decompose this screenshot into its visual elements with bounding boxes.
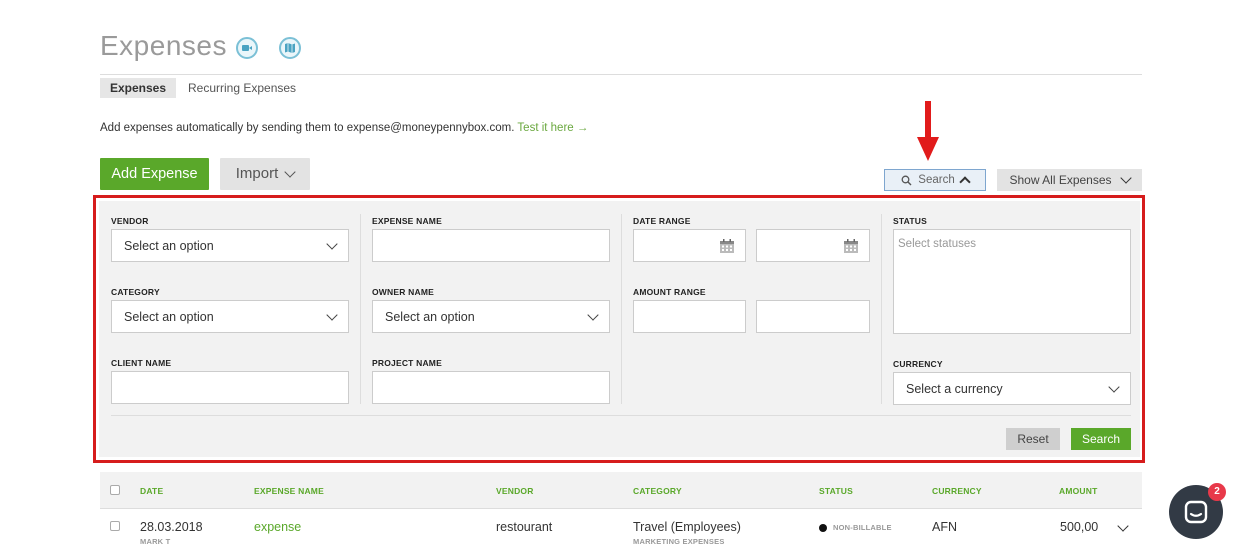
search-button[interactable]: Search xyxy=(1071,428,1131,450)
column-divider xyxy=(621,214,622,404)
column-header-category[interactable]: CATEGORY xyxy=(633,486,682,496)
date-to-input[interactable] xyxy=(756,229,870,262)
client-name-label: CLIENT NAME xyxy=(111,358,172,368)
status-label: STATUS xyxy=(893,216,927,226)
select-all-checkbox[interactable] xyxy=(110,485,120,495)
currency-label: CURRENCY xyxy=(893,359,943,369)
header-divider xyxy=(100,74,1142,75)
client-name-input[interactable] xyxy=(111,371,349,404)
date-from-input[interactable] xyxy=(633,229,746,262)
expense-name-input[interactable] xyxy=(372,229,610,262)
row-amount: 500,00 xyxy=(1060,520,1099,534)
date-range-label: DATE RANGE xyxy=(633,216,691,226)
show-all-expenses-label: Show All Expenses xyxy=(1009,173,1112,187)
currency-select[interactable]: Select a currency xyxy=(893,372,1131,405)
currency-select-value: Select a currency xyxy=(906,381,1003,396)
chevron-down-icon xyxy=(326,308,338,321)
chevron-down-icon xyxy=(1108,380,1120,393)
column-header-amount[interactable]: AMOUNT xyxy=(1059,486,1098,496)
row-checkbox[interactable] xyxy=(110,521,120,531)
vendor-select[interactable]: Select an option xyxy=(111,229,349,262)
test-it-here-link[interactable]: Test it here → xyxy=(517,122,588,134)
status-placeholder: Select statuses xyxy=(898,238,976,250)
owner-name-select[interactable]: Select an option xyxy=(372,300,610,333)
category-select[interactable]: Select an option xyxy=(111,300,349,333)
chevron-down-icon xyxy=(1119,172,1132,184)
add-expense-button[interactable]: Add Expense xyxy=(100,158,209,190)
row-vendor: restourant xyxy=(496,520,553,534)
column-header-expense-name[interactable]: EXPENSE NAME xyxy=(254,486,324,496)
tab-expenses[interactable]: Expenses xyxy=(100,78,177,98)
amount-range-label: AMOUNT RANGE xyxy=(633,287,706,297)
row-currency: AFN xyxy=(932,520,957,534)
vendor-select-value: Select an option xyxy=(124,238,214,253)
import-label: Import xyxy=(235,165,279,182)
row-expand-chevron-icon[interactable] xyxy=(1117,520,1129,532)
page-title: Expenses xyxy=(100,30,227,61)
amount-max-input[interactable] xyxy=(756,300,870,333)
owner-name-select-value: Select an option xyxy=(385,309,475,324)
column-header-currency[interactable]: CURRENCY xyxy=(932,486,982,496)
vendor-label: VENDOR xyxy=(111,216,149,226)
email-import-info: Add expenses automatically by sending th… xyxy=(100,122,588,134)
project-name-input[interactable] xyxy=(372,371,610,404)
panel-footer-divider xyxy=(111,415,1131,416)
video-icon[interactable] xyxy=(236,37,258,59)
category-select-value: Select an option xyxy=(124,309,214,324)
calendar-icon[interactable] xyxy=(719,238,735,254)
chevron-down-icon xyxy=(326,237,338,250)
owner-name-label: OWNER NAME xyxy=(372,287,434,297)
row-category-sub: MARKETING EXPENSES xyxy=(633,537,725,546)
calendar-icon[interactable] xyxy=(843,238,859,254)
chat-icon xyxy=(1184,500,1208,524)
chevron-up-icon xyxy=(959,176,971,188)
show-all-expenses-dropdown[interactable]: Show All Expenses xyxy=(997,169,1142,191)
chat-notification-badge: 2 xyxy=(1208,483,1226,501)
search-toggle-label: Search xyxy=(918,174,955,186)
column-header-vendor[interactable]: VENDOR xyxy=(496,486,534,496)
chevron-down-icon xyxy=(284,166,296,178)
category-label: CATEGORY xyxy=(111,287,160,297)
import-dropdown-button[interactable]: Import xyxy=(220,158,310,190)
row-date: 28.03.2018 xyxy=(140,520,203,534)
row-owner: MARK T xyxy=(140,537,171,546)
chevron-down-icon xyxy=(587,308,599,321)
column-header-status[interactable]: STATUS xyxy=(819,486,853,496)
column-header-date[interactable]: DATE xyxy=(140,486,163,496)
amount-min-input[interactable] xyxy=(633,300,746,333)
column-divider xyxy=(881,214,882,404)
row-status: NON-BILLABLE xyxy=(833,523,892,532)
row-expense-name-link[interactable]: expense xyxy=(254,520,301,534)
column-divider xyxy=(360,214,361,404)
status-dot-icon xyxy=(819,524,827,532)
project-name-label: PROJECT NAME xyxy=(372,358,442,368)
map-icon[interactable] xyxy=(279,37,301,59)
red-arrow-shaft xyxy=(925,101,931,139)
expense-name-label: EXPENSE NAME xyxy=(372,216,442,226)
tab-recurring-expenses[interactable]: Recurring Expenses xyxy=(178,78,306,98)
search-icon xyxy=(901,175,912,185)
search-toggle-button[interactable]: Search xyxy=(884,169,986,191)
reset-button[interactable]: Reset xyxy=(1006,428,1060,450)
email-import-text: Add expenses automatically by sending th… xyxy=(100,122,515,134)
status-multiselect[interactable]: Select statuses xyxy=(893,229,1131,334)
red-arrow-head xyxy=(917,137,939,161)
row-category: Travel (Employees) xyxy=(633,520,741,534)
